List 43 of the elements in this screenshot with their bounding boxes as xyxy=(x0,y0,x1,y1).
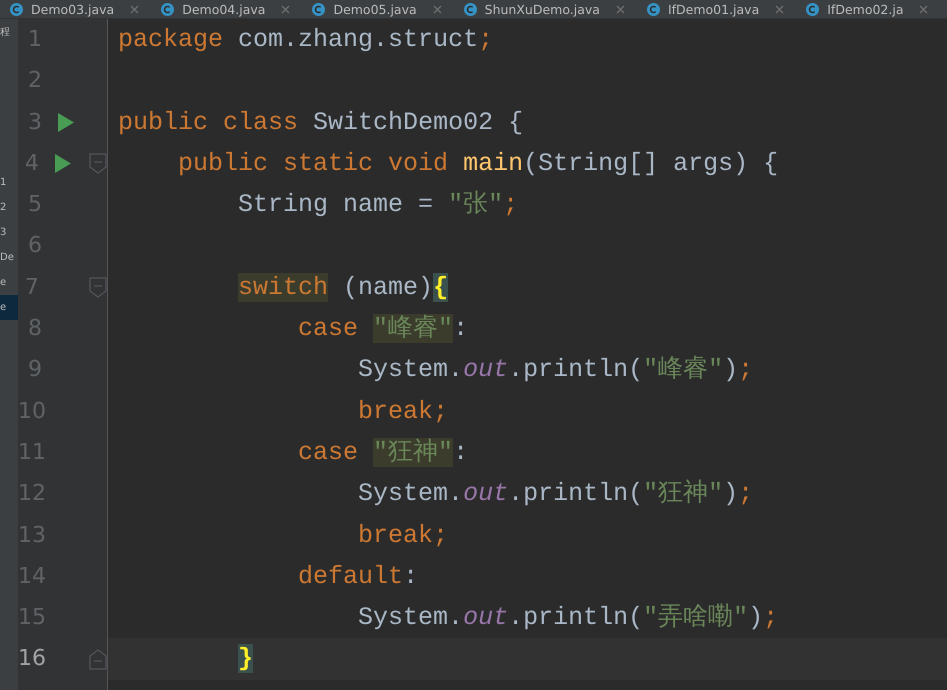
close-icon[interactable] xyxy=(919,5,928,14)
code-line: package com.zhang.struct; xyxy=(118,25,494,54)
run-icon[interactable] xyxy=(54,154,71,174)
sidebar-item[interactable]: e xyxy=(0,295,18,320)
code-line: break; xyxy=(358,396,448,426)
run-icon[interactable] xyxy=(58,112,74,132)
class-icon xyxy=(806,3,820,16)
sidebar-item[interactable]: 3 xyxy=(0,220,18,245)
file-tab[interactable]: IfDemo02.ja xyxy=(796,0,940,18)
code-line: public static void main(String[] args) { xyxy=(178,148,778,178)
close-icon[interactable] xyxy=(616,5,625,14)
sidebar-item[interactable]: 程 xyxy=(0,20,18,45)
class-icon xyxy=(161,3,174,16)
class-icon xyxy=(464,3,477,16)
code-line: public class SwitchDemo02 { xyxy=(118,108,524,137)
file-tab[interactable]: IfDemo01.java xyxy=(636,0,796,18)
close-icon[interactable] xyxy=(281,5,290,14)
file-tab[interactable]: ShunXuDemo.java xyxy=(454,0,637,18)
close-icon[interactable] xyxy=(775,5,784,14)
fold-icon[interactable] xyxy=(89,276,107,298)
class-icon xyxy=(312,3,326,16)
close-icon[interactable] xyxy=(130,5,140,14)
sidebar-item[interactable]: 2 xyxy=(0,195,18,220)
sidebar-item[interactable]: De xyxy=(0,245,18,270)
code-line: default: xyxy=(298,562,418,591)
file-tab[interactable]: Demo05.java xyxy=(302,0,454,18)
code-line: System.out.println("峰睿"); xyxy=(358,355,754,384)
code-line: System.out.println("狂神"); xyxy=(358,479,754,508)
fold-icon[interactable] xyxy=(89,153,107,174)
sidebar-item[interactable]: 1 xyxy=(0,170,18,195)
class-icon xyxy=(10,3,23,16)
fold-icon[interactable] xyxy=(89,648,107,670)
close-icon[interactable] xyxy=(432,5,442,14)
code-line: System.out.println("弄啥嘞"); xyxy=(358,603,778,632)
code-line: String name = "张"; xyxy=(238,190,518,220)
code-line: case "狂神": xyxy=(298,438,468,467)
sidebar-item[interactable]: e xyxy=(0,270,18,295)
code-line: switch (name){ xyxy=(238,272,448,302)
file-tab[interactable]: Demo03.java xyxy=(0,0,152,18)
code-line: break; xyxy=(358,520,448,550)
file-tab[interactable]: Demo04.java xyxy=(151,0,302,18)
code-line: case "峰睿": xyxy=(298,314,468,344)
class-icon xyxy=(646,3,660,16)
